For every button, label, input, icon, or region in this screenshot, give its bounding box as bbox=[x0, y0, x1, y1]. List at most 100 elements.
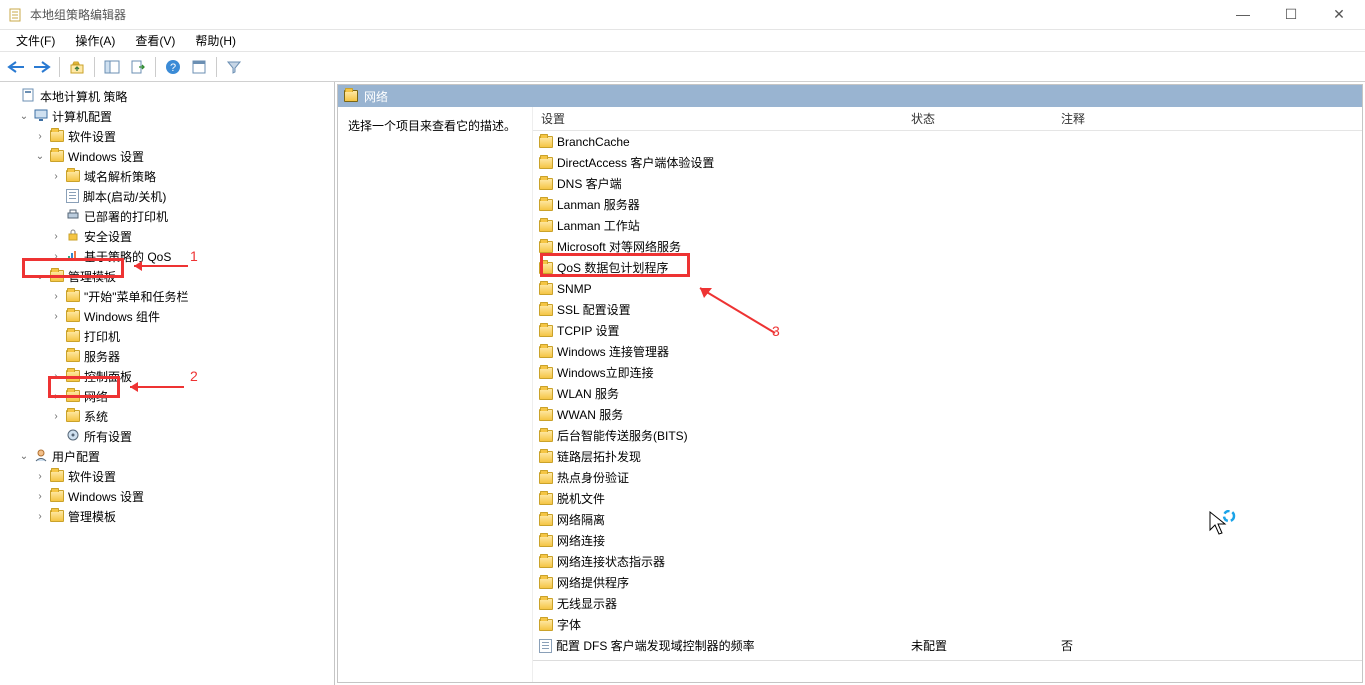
policy-icon bbox=[22, 88, 36, 105]
menu-file[interactable]: 文件(F) bbox=[6, 30, 65, 51]
tree-software-settings[interactable]: › 软件设置 bbox=[2, 126, 332, 146]
list-item[interactable]: 网络隔离 bbox=[533, 509, 1362, 530]
list-item-label: SSL 配置设置 bbox=[557, 301, 631, 318]
tree-pane[interactable]: 本地计算机 策略 ⌄ 计算机配置 › 软件设置 ⌄ Windows 设置 bbox=[0, 82, 335, 685]
folder-icon bbox=[66, 370, 80, 382]
user-icon bbox=[34, 448, 48, 465]
help-button[interactable]: ? bbox=[161, 55, 185, 79]
list-item[interactable]: BranchCache bbox=[533, 131, 1362, 152]
tree-label: 安全设置 bbox=[84, 228, 132, 245]
tree-system[interactable]: › 系统 bbox=[2, 406, 332, 426]
tree-servers[interactable]: 服务器 bbox=[2, 346, 332, 366]
folder-icon bbox=[539, 472, 553, 484]
folder-icon bbox=[66, 170, 80, 182]
menu-help[interactable]: 帮助(H) bbox=[185, 30, 246, 51]
properties-button[interactable] bbox=[187, 55, 211, 79]
list-item[interactable]: WWAN 服务 bbox=[533, 404, 1362, 425]
list-item[interactable]: 链路层拓扑发现 bbox=[533, 446, 1362, 467]
folder-icon bbox=[539, 157, 553, 169]
tree-network[interactable]: › 网络 bbox=[2, 386, 332, 406]
list-item[interactable]: 字体 bbox=[533, 614, 1362, 635]
tree-windows-settings[interactable]: ⌄ Windows 设置 bbox=[2, 146, 332, 166]
folder-icon bbox=[539, 388, 553, 400]
menu-action[interactable]: 操作(A) bbox=[65, 30, 125, 51]
folder-icon bbox=[50, 470, 64, 482]
maximize-button[interactable]: ☐ bbox=[1277, 6, 1305, 23]
tree-start-menu-taskbar[interactable]: › "开始"菜单和任务栏 bbox=[2, 286, 332, 306]
tree-deployed-printers[interactable]: 已部署的打印机 bbox=[2, 206, 332, 226]
menu-view[interactable]: 查看(V) bbox=[125, 30, 185, 51]
folder-icon bbox=[539, 598, 553, 610]
col-setting[interactable]: 设置 bbox=[533, 110, 903, 127]
folder-icon bbox=[539, 346, 553, 358]
minimize-button[interactable]: — bbox=[1229, 6, 1257, 23]
tree-admin-templates[interactable]: ⌄ 管理模板 bbox=[2, 266, 332, 286]
list-item[interactable]: WLAN 服务 bbox=[533, 383, 1362, 404]
list-item[interactable]: Microsoft 对等网络服务 bbox=[533, 236, 1362, 257]
tree-dns-policy[interactable]: › 域名解析策略 bbox=[2, 166, 332, 186]
tree-label: 控制面板 bbox=[84, 368, 132, 385]
list-item-label: Windows 连接管理器 bbox=[557, 343, 669, 360]
list-item[interactable]: 后台智能传送服务(BITS) bbox=[533, 425, 1362, 446]
list-item[interactable]: 网络连接 bbox=[533, 530, 1362, 551]
list-item-label: BranchCache bbox=[557, 135, 630, 149]
tree-control-panel[interactable]: › 控制面板 bbox=[2, 366, 332, 386]
folder-icon bbox=[50, 130, 64, 142]
list-item[interactable]: 网络连接状态指示器 bbox=[533, 551, 1362, 572]
list-item[interactable]: Windows 连接管理器 bbox=[533, 341, 1362, 362]
folder-icon bbox=[50, 510, 64, 522]
tree-user-windows-settings[interactable]: › Windows 设置 bbox=[2, 486, 332, 506]
list-item-label: Microsoft 对等网络服务 bbox=[557, 238, 681, 255]
col-state[interactable]: 状态 bbox=[903, 110, 1053, 127]
forward-button[interactable] bbox=[30, 55, 54, 79]
list-item-label: 网络连接状态指示器 bbox=[557, 553, 665, 570]
folder-icon bbox=[66, 410, 80, 422]
col-comment[interactable]: 注释 bbox=[1053, 110, 1362, 127]
list-item[interactable]: 网络提供程序 bbox=[533, 572, 1362, 593]
list-item[interactable]: 配置 DFS 客户端发现域控制器的频率未配置否 bbox=[533, 635, 1362, 656]
list-item[interactable]: DirectAccess 客户端体验设置 bbox=[533, 152, 1362, 173]
folder-icon bbox=[539, 514, 553, 526]
tree-computer-config[interactable]: ⌄ 计算机配置 bbox=[2, 106, 332, 126]
list-item[interactable]: SNMP bbox=[533, 278, 1362, 299]
folder-icon bbox=[539, 493, 553, 505]
tree-all-settings[interactable]: 所有设置 bbox=[2, 426, 332, 446]
tree-qos-policy[interactable]: › 基于策略的 QoS bbox=[2, 246, 332, 266]
list-item[interactable]: 脱机文件 bbox=[533, 488, 1362, 509]
list-item[interactable]: 无线显示器 bbox=[533, 593, 1362, 614]
tree-security-settings[interactable]: › 安全设置 bbox=[2, 226, 332, 246]
folder-icon bbox=[539, 367, 553, 379]
list-item[interactable]: 热点身份验证 bbox=[533, 467, 1362, 488]
tree-label: 打印机 bbox=[84, 328, 120, 345]
list-item[interactable]: Lanman 服务器 bbox=[533, 194, 1362, 215]
list-item[interactable]: SSL 配置设置 bbox=[533, 299, 1362, 320]
list-item[interactable]: Lanman 工作站 bbox=[533, 215, 1362, 236]
tree-windows-components[interactable]: › Windows 组件 bbox=[2, 306, 332, 326]
back-button[interactable] bbox=[4, 55, 28, 79]
filter-button[interactable] bbox=[222, 55, 246, 79]
close-button[interactable]: ✕ bbox=[1325, 6, 1353, 23]
list-item[interactable]: TCPIP 设置 bbox=[533, 320, 1362, 341]
list-item[interactable]: QoS 数据包计划程序 bbox=[533, 257, 1362, 278]
list-item[interactable]: DNS 客户端 bbox=[533, 173, 1362, 194]
list-item-label: 后台智能传送服务(BITS) bbox=[557, 427, 688, 444]
list-rows[interactable]: BranchCacheDirectAccess 客户端体验设置DNS 客户端La… bbox=[533, 131, 1362, 660]
tree-user-config[interactable]: ⌄ 用户配置 bbox=[2, 446, 332, 466]
tree-scripts[interactable]: 脚本(启动/关机) bbox=[2, 186, 332, 206]
tree-root[interactable]: 本地计算机 策略 bbox=[2, 86, 332, 106]
show-hide-tree-button[interactable] bbox=[100, 55, 124, 79]
description-pane: 选择一个项目来查看它的描述。 bbox=[338, 107, 533, 682]
export-list-button[interactable] bbox=[126, 55, 150, 79]
up-level-button[interactable] bbox=[65, 55, 89, 79]
list-item-label: 脱机文件 bbox=[557, 490, 605, 507]
tree-label: 用户配置 bbox=[52, 448, 100, 465]
tree-printers[interactable]: 打印机 bbox=[2, 326, 332, 346]
list-item[interactable]: Windows立即连接 bbox=[533, 362, 1362, 383]
tree-label: 系统 bbox=[84, 408, 108, 425]
tree-user-admin-templates[interactable]: › 管理模板 bbox=[2, 506, 332, 526]
list-item-label: 热点身份验证 bbox=[557, 469, 629, 486]
svg-text:?: ? bbox=[170, 62, 176, 74]
tree-user-software-settings[interactable]: › 软件设置 bbox=[2, 466, 332, 486]
folder-icon bbox=[50, 270, 64, 282]
folder-icon bbox=[50, 490, 64, 502]
